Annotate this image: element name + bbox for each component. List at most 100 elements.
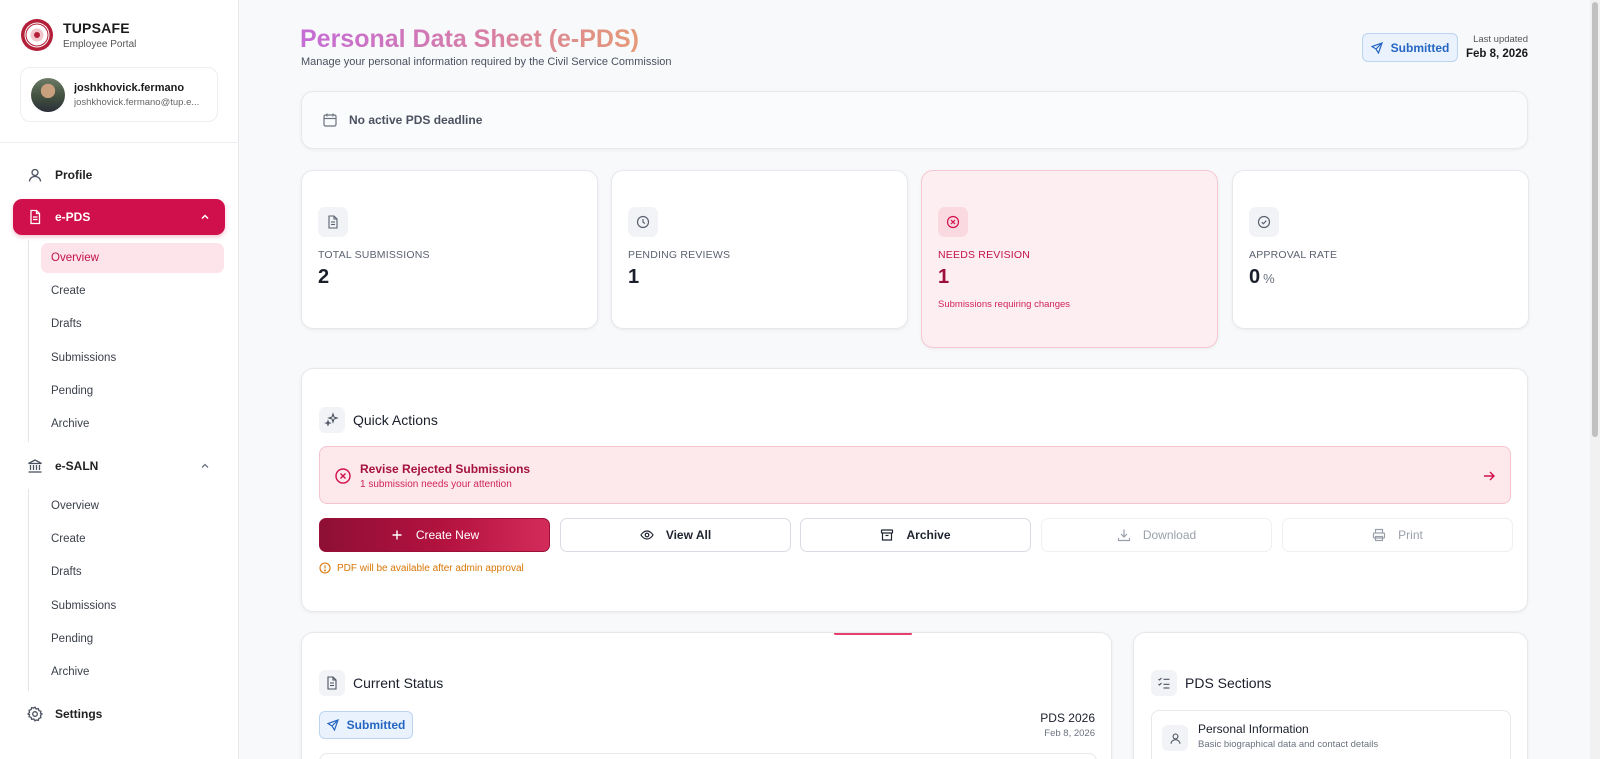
sidebar-item-settings[interactable]: Settings	[13, 696, 225, 732]
print-label: Print	[1398, 528, 1423, 542]
epds-create[interactable]: Create	[41, 276, 224, 306]
stat-needs-revision[interactable]: NEEDS REVISION 1 Submissions requiring c…	[921, 170, 1218, 348]
revise-alert-title: Revise Rejected Submissions	[360, 462, 531, 476]
archive-box-icon	[881, 529, 894, 541]
stat-approval-rate[interactable]: APPROVAL RATE 0%	[1232, 170, 1529, 329]
document-icon	[318, 207, 348, 237]
quick-actions-title: Quick Actions	[353, 412, 438, 428]
pds-section-personal-information[interactable]: Personal Information Basic biographical …	[1151, 710, 1511, 759]
stat-value: 2	[318, 266, 330, 288]
epds-overview[interactable]: Overview	[41, 243, 224, 273]
epds-pending[interactable]: Pending	[41, 376, 224, 406]
create-new-button[interactable]: Create New	[319, 518, 550, 552]
stat-value: 0%	[1249, 266, 1275, 289]
esaln-drafts[interactable]: Drafts	[41, 557, 224, 587]
archive-label: Archive	[906, 528, 951, 542]
esaln-create[interactable]: Create	[41, 524, 224, 554]
user-icon	[27, 167, 43, 183]
archive-button[interactable]: Archive	[800, 518, 1031, 552]
page-title: Personal Data Sheet (e-PDS)	[300, 25, 639, 53]
calendar-icon	[323, 113, 337, 127]
status-badge-label: Submitted	[1390, 40, 1450, 55]
create-new-label: Create New	[415, 528, 480, 542]
stat-label: TOTAL SUBMISSIONS	[318, 249, 430, 261]
section-title: Personal Information	[1198, 722, 1309, 736]
stat-total-submissions[interactable]: TOTAL SUBMISSIONS 2	[301, 170, 598, 329]
checklist-icon	[1151, 670, 1177, 696]
stat-pending-reviews[interactable]: PENDING REVIEWS 1	[611, 170, 908, 329]
view-all-label: View All	[665, 528, 712, 542]
epds-drafts[interactable]: Drafts	[41, 309, 224, 339]
brand-title: TUPSAFE	[63, 20, 130, 36]
epds-submissions[interactable]: Submissions	[41, 343, 224, 373]
status-detail-panel	[319, 753, 1097, 759]
sidebar-item-label: Profile	[55, 168, 93, 182]
stat-value: 1	[938, 266, 950, 288]
current-status-title: Current Status	[353, 675, 444, 691]
esaln-submissions[interactable]: Submissions	[41, 591, 224, 621]
university-seal-logo	[21, 19, 53, 51]
chevron-up-icon[interactable]	[199, 211, 211, 223]
chevron-up-icon[interactable]	[199, 460, 211, 472]
page-subtitle: Manage your personal information require…	[301, 56, 672, 68]
epds-submenu	[28, 240, 29, 442]
status-badge: Submitted	[1362, 33, 1458, 62]
sidebar-item-epds[interactable]: e-PDS	[13, 199, 225, 235]
download-button[interactable]: Download	[1041, 518, 1272, 552]
last-updated: Last updated Feb 8, 2026	[1466, 34, 1528, 60]
x-circle-icon	[938, 207, 968, 237]
arrow-right-icon	[1484, 471, 1495, 481]
sidebar-item-label: Settings	[55, 707, 103, 721]
scrollbar[interactable]	[1590, 0, 1600, 759]
quick-actions-card: Quick Actions Revise Rejected Submission…	[301, 368, 1528, 612]
stat-label: NEEDS REVISION	[938, 249, 1031, 261]
info-icon	[319, 562, 331, 574]
deadline-text: No active PDS deadline	[349, 113, 483, 127]
sidebar-item-label: e-SALN	[55, 459, 99, 473]
esaln-archive[interactable]: Archive	[41, 657, 224, 687]
clock-icon	[628, 207, 658, 237]
stat-note: Submissions requiring changes	[938, 299, 1071, 310]
brand[interactable]: TUPSAFE Employee Portal	[20, 18, 136, 52]
revise-alert-subtitle: 1 submission needs your attention	[360, 479, 512, 490]
sidebar-item-esaln[interactable]: e-SALN	[13, 448, 225, 484]
bank-icon	[27, 458, 43, 474]
esaln-overview[interactable]: Overview	[41, 491, 224, 521]
send-icon	[1370, 41, 1383, 54]
pds-year: PDS 2026	[1040, 711, 1095, 725]
revise-rejected-alert[interactable]: Revise Rejected Submissions 1 submission…	[319, 446, 1511, 504]
sidebar-divider	[0, 142, 239, 143]
stat-value: 1	[628, 266, 640, 288]
esaln-pending[interactable]: Pending	[41, 624, 224, 654]
stat-label: APPROVAL RATE	[1249, 249, 1338, 261]
gear-icon	[27, 706, 43, 722]
pds-sections-title: PDS Sections	[1185, 675, 1272, 691]
view-all-button[interactable]: View All	[560, 518, 791, 552]
eye-icon	[640, 530, 654, 540]
print-button[interactable]: Print	[1282, 518, 1513, 552]
download-icon	[1117, 529, 1130, 542]
last-updated-date: Feb 8, 2026	[1465, 48, 1528, 60]
sparkles-icon	[319, 407, 345, 433]
last-updated-label: Last updated	[1473, 34, 1528, 45]
sidebar: TUPSAFE Employee Portal joshkhovick.ferm…	[0, 0, 239, 759]
x-circle-icon	[335, 468, 351, 484]
stat-value-unit: %	[1263, 271, 1275, 286]
document-icon	[319, 670, 345, 696]
epds-archive[interactable]: Archive	[41, 409, 224, 439]
download-label: Download	[1142, 528, 1197, 542]
send-icon	[326, 719, 339, 731]
pdf-note-text: PDF will be available after admin approv…	[337, 562, 524, 574]
user-card[interactable]: joshkhovick.fermano joshkhovick.fermano@…	[20, 67, 218, 122]
deadline-banner: No active PDS deadline	[301, 91, 1528, 149]
sidebar-item-label: e-PDS	[55, 210, 91, 224]
pds-sections-card: PDS Sections Personal Information Basic …	[1133, 632, 1528, 759]
stat-label: PENDING REVIEWS	[628, 249, 731, 261]
status-accent-bar	[834, 633, 912, 635]
user-email: joshkhovick.fermano@tup.e...	[74, 96, 200, 108]
scrollbar-thumb[interactable]	[1592, 2, 1598, 437]
sidebar-item-profile[interactable]: Profile	[13, 157, 225, 193]
pds-date: Feb 8, 2026	[1044, 728, 1095, 739]
esaln-submenu	[28, 489, 29, 691]
document-icon	[27, 209, 43, 225]
